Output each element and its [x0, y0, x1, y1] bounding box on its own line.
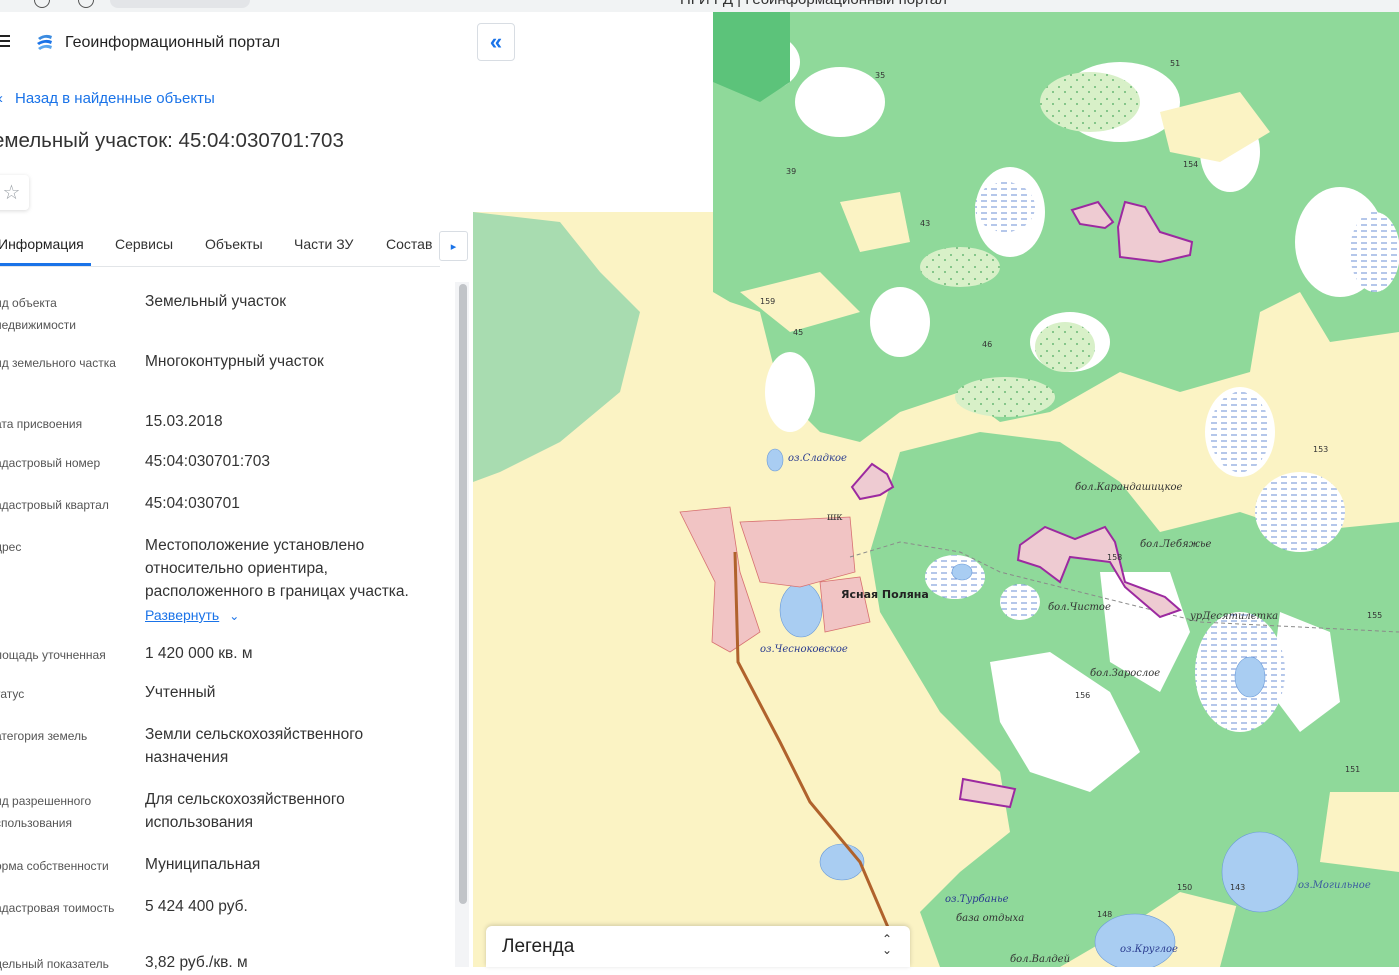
map-block-number: 43	[920, 219, 930, 228]
browser-tab-title: ПГИ РД | Геоинформационный портал	[680, 0, 947, 8]
chevron-down-icon: ⌄	[882, 943, 893, 957]
attr-label: орма собственности	[0, 859, 109, 873]
map-label-bog-valdei: бол.Валдей	[1010, 954, 1070, 965]
scrollbar-thumb[interactable]	[459, 284, 467, 904]
attr-value: 15.03.2018	[145, 413, 223, 430]
attr-value: 1 420 000 кв. м	[145, 645, 253, 662]
attr-value: 3,82 руб./кв. м	[145, 954, 248, 971]
attr-label: татус	[0, 687, 25, 701]
map-label-shk: шк	[827, 512, 843, 523]
chevron-left-icon: ‹	[0, 90, 3, 107]
map-label-bog-lebyazhe: бол.Лебяжье	[1140, 539, 1211, 550]
map-block-number: 150	[1177, 883, 1192, 892]
attr-label: дельный показатель	[0, 957, 109, 971]
reload-icon[interactable]	[78, 0, 94, 8]
tab-parcel-parts[interactable]: Части ЗУ	[294, 236, 353, 252]
tab-composition[interactable]: Состав	[386, 236, 432, 252]
map-block-number: 154	[1183, 160, 1198, 169]
map-label-village: Ясная Поляна	[841, 588, 929, 601]
attr-value: 45:04:030701:703	[145, 453, 270, 470]
map-block-number: 46	[982, 340, 992, 349]
portal-logo-icon	[37, 34, 52, 50]
tab-information[interactable]: Информация	[0, 236, 84, 252]
map-block-number: 156	[1075, 691, 1090, 700]
attr-label: ид объекта недвижимости	[0, 296, 76, 332]
map-block-number: 155	[1367, 611, 1382, 620]
map-block-number: 39	[786, 167, 796, 176]
map-block-number: 153	[1313, 445, 1328, 454]
map-block-number: 158	[1107, 553, 1122, 562]
address-bar[interactable]	[110, 0, 250, 8]
back-nav-icon[interactable]	[34, 0, 50, 8]
attr-label: адастровый номер	[0, 456, 101, 470]
panel-header: Геоинформационный портал	[0, 12, 473, 72]
map-label-bog-zaroslee: бол.Зарослое	[1090, 668, 1160, 679]
attr-label: ид разрешенного спользования	[0, 794, 92, 830]
map-block-number: 45	[793, 328, 803, 337]
tabs-scroll-right-button[interactable]: ▸	[439, 231, 468, 261]
back-link-label: Назад в найденные объекты	[15, 90, 215, 107]
map-label-lake-krugloe: оз.Круглое	[1120, 944, 1178, 955]
tab-objects[interactable]: Объекты	[205, 236, 263, 252]
attr-label: атегория земель	[0, 729, 88, 743]
active-tab-indicator	[0, 263, 91, 266]
chevron-down-icon: ⌄	[229, 609, 240, 623]
attr-value: Для сельскохозяйственного использования	[145, 791, 345, 831]
map-label-lake-turbanye: оз.Турбанье	[945, 894, 1009, 905]
object-title: емельный участок: 45:04:030701:703	[0, 129, 344, 152]
legend-title: Легенда	[502, 936, 575, 957]
collapse-panel-button[interactable]: «	[477, 23, 515, 61]
map-block-number: 148	[1097, 910, 1112, 919]
tab-services[interactable]: Сервисы	[115, 236, 173, 252]
attr-label: ид земельного частка	[0, 356, 116, 370]
map-label-lake-chesnokovskoe: оз.Чесноковское	[760, 644, 848, 655]
attr-value: Учтенный	[145, 684, 216, 701]
map-block-number: 151	[1345, 765, 1360, 774]
attr-label: ата присвоения	[0, 417, 83, 431]
map-block-number: 35	[875, 71, 885, 80]
map-label-tract-desyatiletka: урДесятилетка	[1189, 611, 1278, 622]
attr-value: 45:04:030701	[145, 495, 240, 512]
map-block-number: 159	[760, 297, 775, 306]
expand-link[interactable]: Развернуть	[145, 607, 219, 623]
attr-label: лощадь уточненная	[0, 648, 106, 662]
attr-label: дрес	[0, 540, 22, 554]
map-label-bog-karandashitskoe: бол.Карандашицкое	[1075, 482, 1183, 493]
attr-value: Земельный участок	[145, 293, 287, 310]
address-expand[interactable]: Развернуть ⌄	[145, 604, 450, 628]
double-chevron-left-icon: «	[489, 29, 503, 54]
map-label-recreation-base: база отдыха	[956, 913, 1024, 924]
map-label-bog-chistoe: бол.Чистое	[1048, 602, 1111, 613]
back-to-results-link[interactable]: ‹ Назад в найденные объекты	[0, 90, 215, 107]
chevron-right-icon: ▸	[450, 240, 457, 253]
map-label-lake-mogilnoe: оз.Могильное	[1298, 880, 1371, 891]
tab-bar: Информация Сервисы Объекты Части ЗУ Сост…	[0, 222, 440, 267]
favorite-button[interactable]: ☆	[0, 175, 29, 210]
portal-title: Геоинформационный портал	[65, 34, 281, 51]
info-panel: Геоинформационный портал ‹ Назад в найден…	[0, 12, 473, 971]
legend-panel[interactable]: Легенда ⌃ ⌄	[486, 926, 910, 967]
attr-label: адастровый квартал	[0, 498, 109, 512]
attr-value: Муниципальная	[145, 856, 261, 873]
browser-top-bar: ПГИ РД | Геоинформационный портал	[0, 0, 1399, 12]
menu-icon[interactable]	[0, 35, 10, 47]
attr-label: адастровая тоимость	[0, 901, 115, 915]
map-label-lake-sladkoe: оз.Сладкое	[788, 453, 847, 464]
star-icon: ☆	[2, 182, 21, 204]
attr-value: 5 424 400 руб.	[145, 898, 248, 915]
map-block-number: 51	[1170, 59, 1180, 68]
address-value: Местоположение установлено относительно …	[145, 537, 409, 600]
map-block-number: 143	[1230, 883, 1245, 892]
legend-toggle-icon[interactable]: ⌃ ⌄	[882, 933, 893, 957]
attr-value: Многоконтурный участок	[145, 353, 324, 370]
attr-value: Земли сельскохозяйственного назначения	[145, 726, 364, 766]
